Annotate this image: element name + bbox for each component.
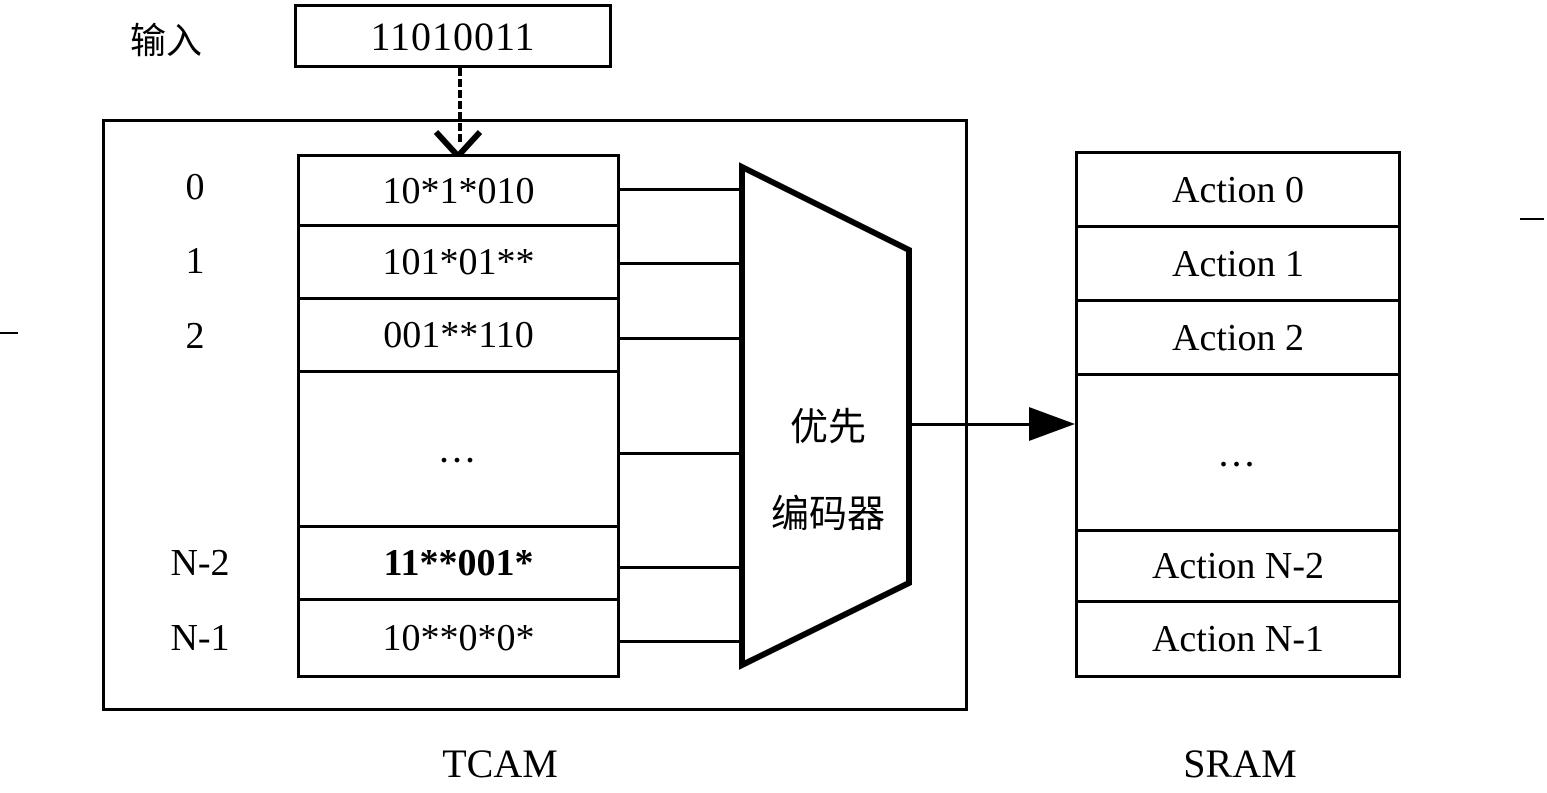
tcam-encoder-connector-n-2	[620, 566, 742, 569]
tcam-index-2: 2	[185, 315, 205, 357]
tcam-index-1: 1	[185, 240, 205, 282]
sram-entry-value: Action N-1	[1151, 618, 1325, 660]
sram-row: Action N-2	[1078, 529, 1398, 600]
tcam-row: 10**0*0*	[300, 598, 617, 675]
tcam-entry-table: 10*1*010 101*01** 001**110 ... 11**001* …	[297, 154, 620, 678]
priority-encoder-label-line1: 优先	[789, 404, 866, 449]
tcam-index-0: 0	[185, 166, 205, 208]
tcam-row: 001**110	[300, 297, 617, 370]
sram-row-ellipsis: ...	[1078, 373, 1398, 529]
tcam-encoder-connector-ellipsis	[620, 452, 742, 455]
sram-entry-value: Action 1	[1172, 242, 1304, 285]
sram-entry-value: Action N-2	[1151, 545, 1325, 587]
tcam-entry-value: 11**001*	[383, 542, 534, 584]
tcam-index-n-1: N-1	[170, 617, 230, 659]
tcam-entry-value: 10**0*0*	[382, 617, 535, 659]
sram-row: Action 2	[1078, 299, 1398, 373]
tcam-entry-value: ...	[439, 426, 478, 471]
sram-caption: SRAM	[1183, 741, 1297, 786]
tcam-encoder-connector-1	[620, 262, 742, 265]
tcam-row: 10*1*010	[300, 157, 617, 224]
sram-entry-value: ...	[1218, 429, 1258, 475]
tcam-encoder-connector-n-1	[620, 640, 742, 643]
diagram-canvas: 输入 11010011 0 1 2 N-2 N-1 10*1*010 101*0…	[0, 0, 1547, 793]
tcam-row-ellipsis: ...	[300, 370, 617, 525]
tcam-row-matched: 11**001*	[300, 525, 617, 598]
tcam-encoder-connector-2	[620, 337, 742, 340]
input-value-text: 11010011	[370, 13, 536, 59]
tcam-entry-value: 001**110	[383, 314, 534, 356]
tcam-entry-value: 10*1*010	[382, 169, 535, 212]
scan-artifact-tick-right	[1520, 218, 1544, 220]
encoder-sram-connector	[907, 423, 1037, 426]
sram-row: Action 0	[1078, 154, 1398, 225]
tcam-caption: TCAM	[442, 741, 558, 786]
priority-encoder-label-line2: 编码器	[770, 492, 885, 537]
input-label: 输入	[130, 21, 203, 62]
sram-row: Action N-1	[1078, 600, 1398, 675]
sram-row: Action 1	[1078, 225, 1398, 299]
sram-entry-value: Action 2	[1172, 316, 1304, 359]
tcam-index-n-2: N-2	[170, 542, 230, 584]
scan-artifact-tick-left	[0, 332, 18, 334]
tcam-row: 101*01**	[300, 224, 617, 297]
priority-encoder-label: 优先 编码器	[742, 362, 914, 580]
tcam-encoder-connector-0	[620, 188, 742, 191]
sram-entry-value: Action 0	[1172, 168, 1304, 211]
input-value-box: 11010011	[294, 4, 612, 68]
sram-action-table: Action 0 Action 1 Action 2 ... Action N-…	[1075, 151, 1401, 678]
tcam-entry-value: 101*01**	[382, 241, 535, 283]
